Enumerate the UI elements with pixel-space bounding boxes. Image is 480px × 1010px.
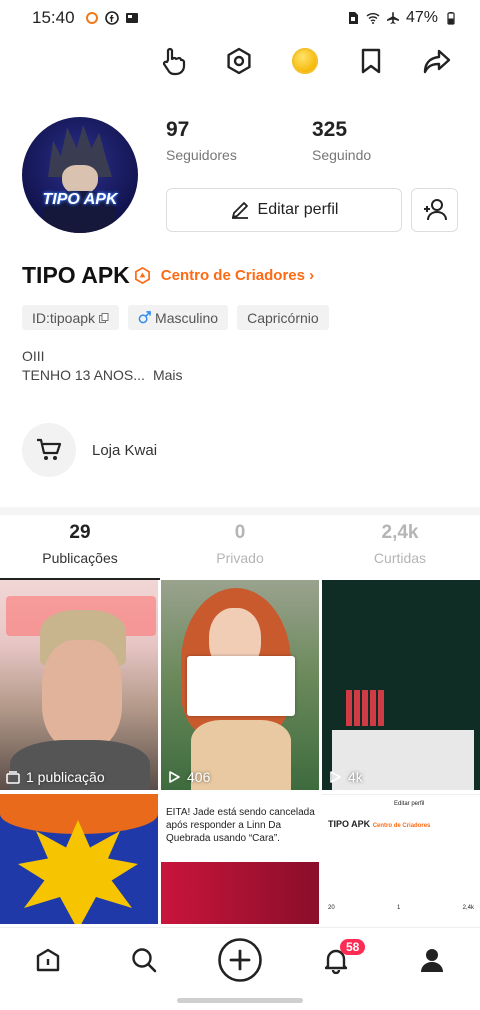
id-tag-text: ID:tipoapk <box>32 309 96 326</box>
mini-stat: 1 <box>397 905 401 911</box>
post-caption-text: 1 publicação <box>26 769 105 785</box>
edit-profile-button[interactable]: Editar perfil <box>166 188 402 232</box>
gender-tag: Masculino <box>128 305 229 330</box>
bio-line-1: OIII <box>22 348 45 364</box>
settings-hexagon-icon[interactable] <box>222 44 256 78</box>
search-icon <box>132 947 157 972</box>
post-thumbnail[interactable]: 4k <box>322 580 480 790</box>
section-divider <box>0 507 480 515</box>
mini-stat: 2,4k <box>462 905 474 911</box>
followers-stat[interactable]: 97 Seguidores <box>166 118 237 163</box>
profile-bio: OIII TENHO 13 ANOS... Mais <box>22 347 183 385</box>
zodiac-tag: Capricórnio <box>237 305 329 330</box>
status-time: 15:40 <box>32 8 75 27</box>
shop-label: Loja Kwai <box>92 441 158 459</box>
following-count: 325 <box>312 118 348 141</box>
home-icon <box>36 948 60 971</box>
sim-icon <box>348 12 358 24</box>
notification-app-icon <box>85 12 98 24</box>
creator-badge-icon <box>134 267 150 284</box>
avatar-logo-text: TIPO APK <box>42 191 118 208</box>
wifi-icon <box>366 13 380 24</box>
tab-label: Privado <box>216 550 264 566</box>
male-icon <box>138 311 151 324</box>
create-plus-icon <box>218 937 262 982</box>
id-tag[interactable]: ID:tipoapk <box>22 305 120 330</box>
add-user-icon <box>423 199 447 221</box>
bio-more-link[interactable]: Mais <box>153 367 183 383</box>
collection-icon <box>6 771 20 784</box>
battery-percent: 47% <box>405 9 438 26</box>
post-thumbnail[interactable]: 406 <box>161 580 319 790</box>
post-thumbnail[interactable]: 1 publicação <box>0 580 158 790</box>
creator-center-link[interactable]: Centro de Criadores › <box>161 267 314 284</box>
tab-count: 2,4k <box>381 522 419 543</box>
tab-count: 29 <box>69 522 91 543</box>
mini-edit-label: Editar perfil <box>394 801 425 807</box>
bottom-navigation: 58 <box>0 927 480 991</box>
tab-privado[interactable]: 0 Privado <box>160 522 320 578</box>
profile-name: TIPO APK <box>22 262 130 288</box>
play-icon <box>330 771 341 783</box>
status-bar: 15:40 47% <box>0 0 480 36</box>
profile-avatar[interactable]: TIPO APK <box>22 117 138 233</box>
tab-curtidas[interactable]: 2,4k Curtidas <box>320 522 480 578</box>
nav-search[interactable] <box>120 936 168 984</box>
pencil-icon <box>231 202 248 219</box>
tab-label: Curtidas <box>373 550 427 566</box>
home-indicator[interactable] <box>177 998 303 1003</box>
play-icon <box>169 771 180 783</box>
shop-icon-circle <box>22 423 76 477</box>
share-icon[interactable] <box>420 44 454 78</box>
profile-top-actions <box>156 44 454 78</box>
mini-profile-name: TIPO APK <box>328 819 371 829</box>
cart-icon <box>37 438 62 460</box>
profile-tags: ID:tipoapk Masculino Capricórnio <box>22 305 329 330</box>
following-stat[interactable]: 325 Seguindo <box>312 118 371 163</box>
battery-icon <box>447 12 455 25</box>
profile-name-row: TIPO APK Centro de Criadores › <box>22 262 314 289</box>
tab-count: 0 <box>234 522 246 543</box>
nav-create[interactable] <box>216 936 264 984</box>
notification-badge: 58 <box>340 938 366 955</box>
media-icon <box>125 13 138 23</box>
tap-hand-icon[interactable] <box>156 44 190 78</box>
bio-line-2: TENHO 13 ANOS... <box>22 367 145 383</box>
post-thumbnail[interactable]: Editar perfil TIPO APK Centro de Criador… <box>322 794 480 924</box>
post-views: 406 <box>167 769 210 785</box>
post-thumbnail[interactable] <box>0 794 158 924</box>
post-views-count: 406 <box>187 769 211 785</box>
followers-count: 97 <box>166 118 190 141</box>
coin-icon[interactable] <box>288 44 322 78</box>
mini-stat: 20 <box>328 905 335 911</box>
nav-notifications[interactable]: 58 <box>312 936 366 984</box>
nav-profile[interactable] <box>408 936 456 984</box>
profile-icon <box>421 948 443 972</box>
tab-publicacoes[interactable]: 29 Publicações <box>0 522 160 580</box>
mini-creator-link: Centro de Criadores <box>372 823 431 829</box>
kwai-shop-entry[interactable]: Loja Kwai <box>22 423 157 477</box>
tab-label: Publicações <box>42 550 118 566</box>
zodiac-tag-text: Capricórnio <box>247 309 319 326</box>
following-label: Seguindo <box>312 147 372 163</box>
followers-label: Seguidores <box>166 147 237 163</box>
post-headline: EITA! Jade está sendo cancelada após res… <box>166 807 315 844</box>
post-views-count: 4k <box>348 769 363 785</box>
gender-tag-text: Masculino <box>155 309 219 326</box>
post-thumbnail[interactable]: EITA! Jade está sendo cancelada após res… <box>161 794 319 924</box>
add-friend-button[interactable] <box>411 188 458 232</box>
post-caption: 1 publicação <box>6 769 105 785</box>
nav-home[interactable] <box>24 936 72 984</box>
facebook-icon <box>104 11 119 25</box>
bookmark-icon[interactable] <box>354 44 388 78</box>
edit-profile-label: Editar perfil <box>257 201 339 218</box>
copy-icon <box>99 312 109 323</box>
post-views: 4k <box>328 769 363 785</box>
profile-tabs: 29 Publicações 0 Privado 2,4k Curtidas <box>0 522 480 580</box>
airplane-icon <box>386 12 399 24</box>
